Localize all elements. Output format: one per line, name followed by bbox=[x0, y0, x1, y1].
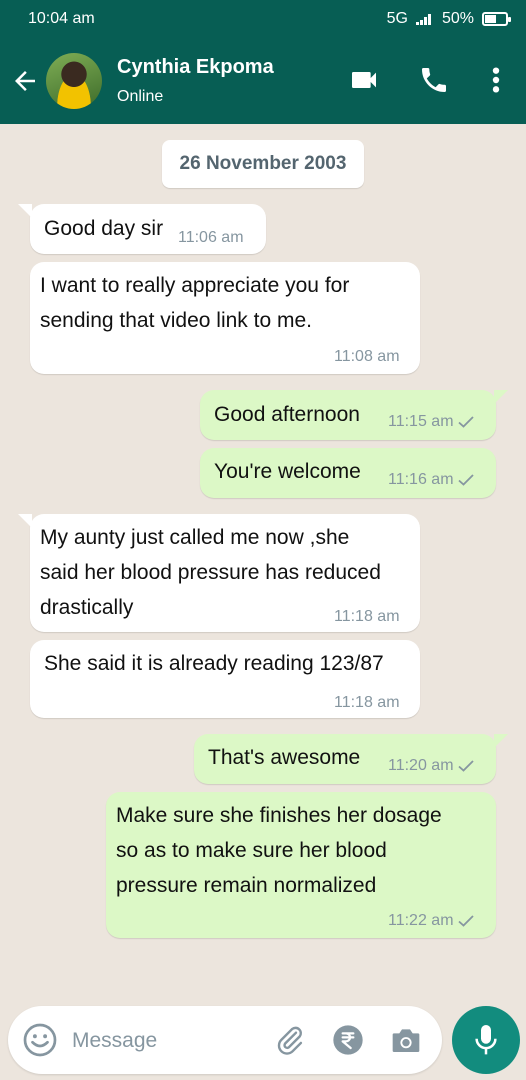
message-input[interactable] bbox=[70, 1020, 274, 1062]
avatar[interactable] bbox=[46, 53, 102, 109]
camera-icon[interactable] bbox=[390, 1025, 422, 1055]
chat-header: Cynthia Ekpoma Online bbox=[0, 38, 526, 124]
message-time-label: 11:20 am bbox=[388, 757, 454, 774]
battery-percent: 50% bbox=[441, 10, 474, 27]
message-bubble-incoming[interactable]: Good day sir 11:06 am bbox=[18, 204, 266, 254]
sent-check-icon bbox=[457, 416, 474, 428]
date-divider: 26 November 2003 bbox=[162, 140, 364, 188]
message-text: That's awesome bbox=[208, 746, 361, 769]
message-bubble-outgoing[interactable]: Good afternoon 11:15 am bbox=[200, 390, 508, 440]
attach-icon[interactable] bbox=[274, 1024, 306, 1056]
mic-icon bbox=[475, 1025, 497, 1055]
message-bubble-incoming[interactable]: She said it is already reading 123/87 11… bbox=[30, 640, 420, 718]
more-vert-icon[interactable] bbox=[486, 64, 506, 96]
message-bubble-outgoing[interactable]: You're welcome 11:16 am bbox=[200, 448, 496, 498]
message-time-label: 11:16 am bbox=[388, 471, 454, 488]
message-composer bbox=[8, 1006, 442, 1074]
network-type: 5G bbox=[386, 10, 408, 27]
sent-check-icon bbox=[457, 760, 474, 772]
message-bubble-incoming[interactable]: I want to really appreciate you for send… bbox=[30, 262, 420, 374]
message-text: I want to really appreciate you for send… bbox=[40, 274, 350, 332]
status-bar: 10:04 am 5G 50% bbox=[0, 0, 526, 38]
message-time: 11:15 am bbox=[388, 413, 474, 431]
message-time: 11:16 am bbox=[388, 471, 474, 489]
status-indicators: 5G 50% bbox=[386, 10, 511, 28]
message-text: You're welcome bbox=[214, 460, 361, 483]
battery-icon bbox=[482, 12, 511, 26]
message-time-label: 11:15 am bbox=[388, 413, 454, 430]
message-bubble-outgoing[interactable]: Make sure she finishes her dosage so as … bbox=[106, 792, 496, 938]
message-text: Good afternoon bbox=[214, 403, 360, 426]
contact-status: Online bbox=[117, 88, 164, 105]
sent-check-icon bbox=[457, 915, 474, 927]
message-time: 11:18 am bbox=[334, 608, 400, 625]
message-bubble-incoming[interactable]: My aunty just called me now ,she said he… bbox=[18, 514, 420, 632]
message-text: Make sure she finishes her dosage so as … bbox=[116, 804, 442, 897]
message-time: 11:06 am bbox=[178, 229, 244, 246]
back-arrow-icon[interactable] bbox=[10, 66, 40, 96]
contact-name[interactable]: Cynthia Ekpoma bbox=[117, 56, 274, 79]
message-text: My aunty just called me now ,she said he… bbox=[40, 526, 381, 619]
message-time: 11:08 am bbox=[334, 348, 400, 365]
message-time: 11:20 am bbox=[388, 757, 474, 775]
payment-icon[interactable] bbox=[332, 1024, 364, 1056]
emoji-icon[interactable] bbox=[22, 1022, 58, 1058]
message-text: She said it is already reading 123/87 bbox=[44, 652, 384, 675]
message-text: Good day sir bbox=[44, 217, 164, 240]
clock: 10:04 am bbox=[28, 10, 95, 27]
signal-icon bbox=[415, 13, 434, 25]
message-time: 11:22 am bbox=[388, 912, 474, 930]
message-time-label: 11:22 am bbox=[388, 912, 454, 929]
message-bubble-outgoing[interactable]: That's awesome 11:20 am bbox=[194, 734, 508, 784]
message-time: 11:18 am bbox=[334, 694, 400, 711]
voice-call-icon[interactable] bbox=[418, 64, 450, 96]
mic-button[interactable] bbox=[452, 1006, 520, 1074]
video-call-icon[interactable] bbox=[346, 64, 382, 96]
sent-check-icon bbox=[457, 474, 474, 486]
